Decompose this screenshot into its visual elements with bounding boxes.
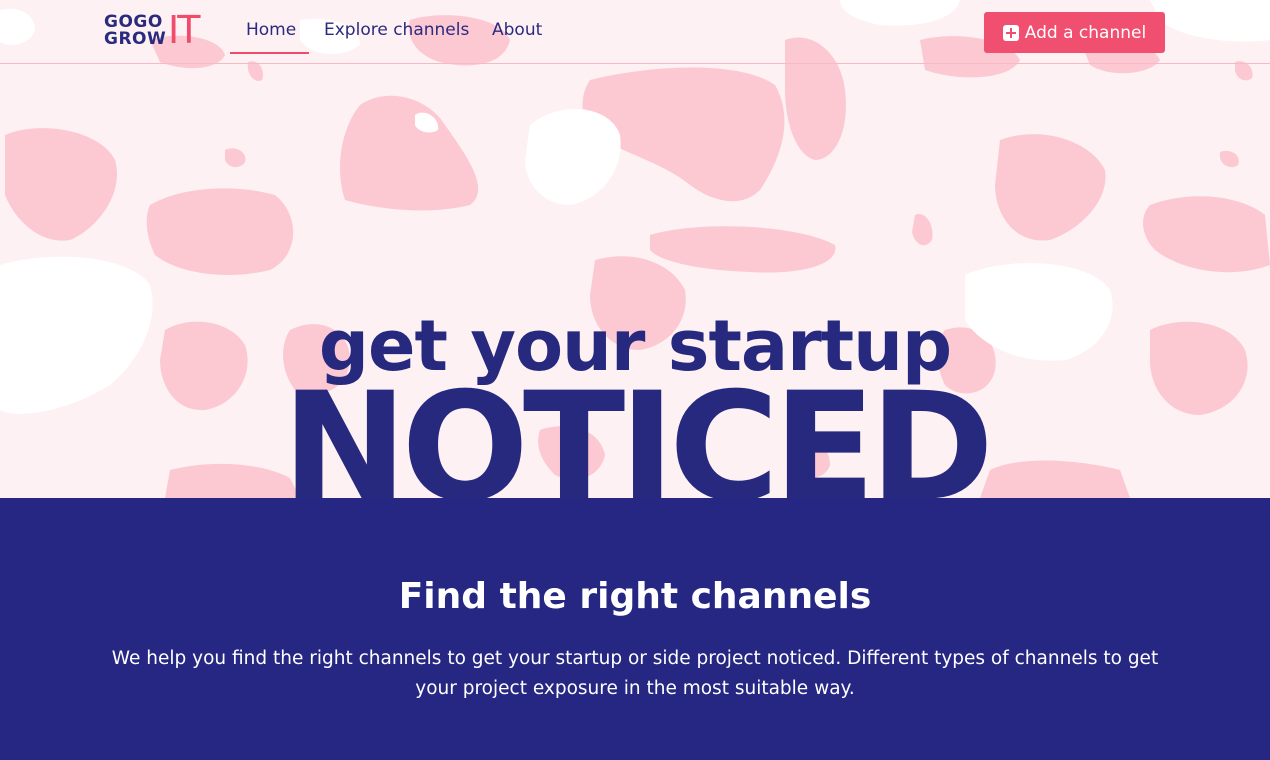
plus-square-icon [1002,24,1019,41]
nav-home-link[interactable]: Home [246,20,296,40]
logo-it-mark: IT [168,8,200,52]
nav-explore-channels-link[interactable]: Explore channels [324,20,469,40]
top-navbar: GOGO GROW IT Home Explore channels About… [0,0,1270,64]
logo-word-bottom: GROW [104,29,167,49]
add-channel-button[interactable]: Add a channel [984,12,1165,53]
channels-intro-section: Find the right channels We help you find… [0,498,1270,760]
nav-about-link[interactable]: About [492,20,542,40]
hero-section: GOGO GROW IT Home Explore channels About… [0,0,1270,498]
active-nav-indicator [230,52,309,54]
logo-wordmark: GOGO GROW [104,14,166,48]
section-title: Find the right channels [398,576,872,617]
gogogrowit-logo[interactable]: GOGO GROW IT [104,10,214,52]
hero-headline-line2: NOTICED [281,361,994,498]
add-channel-label: Add a channel [1024,22,1147,43]
section-description: We help you find the right channels to g… [111,648,1159,699]
